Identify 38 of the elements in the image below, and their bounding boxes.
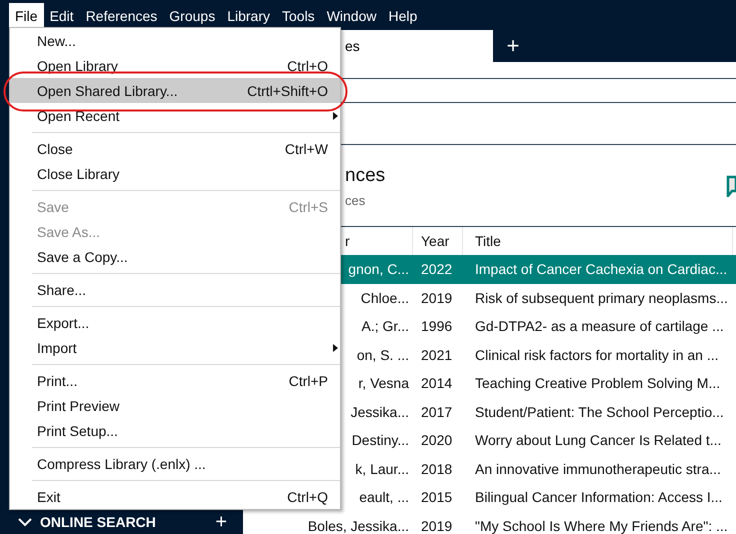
year-cell-text: 2021: [420, 346, 454, 363]
title-cell-text: Student/Patient: The School Perceptio...: [474, 404, 725, 420]
year-cell-text: 2019: [420, 518, 454, 534]
author-cell: Boles, Jessika...: [308, 518, 409, 534]
author-cell: k, Laur...: [355, 460, 409, 477]
library-title: nces: [345, 165, 386, 187]
title-cell-text: Gd-DTPA2- as a measure of cartilage ...: [474, 318, 725, 334]
shortcut-label: Ctrl+S: [288, 198, 328, 214]
title-cell-text: Teaching Creative Problem Solving M...: [474, 375, 722, 392]
year-cell-text: 2019: [420, 290, 454, 306]
reference-count: ces: [345, 193, 366, 208]
year-cell-text: 2022: [420, 261, 454, 278]
author-cell: Destiny...: [352, 432, 409, 448]
year-cell-text: 2018: [420, 460, 454, 477]
author-cell: Chloe...: [360, 290, 409, 306]
title-cell-text: Bilingual Cancer Information: Access I...: [474, 489, 724, 506]
author-cell: A.; Gr...: [362, 318, 409, 334]
year-cell-text: 1996: [420, 318, 454, 334]
shortcut-label: Ctrl+Q: [287, 488, 328, 504]
title-cell-text: Risk of subsequent primary neoplasms...: [474, 290, 729, 306]
shortcut-label: Ctrl+W: [284, 140, 328, 156]
title-cell-text: Worry about Lung Cancer Is Related t...: [474, 432, 722, 448]
author-cell: on, S. ...: [356, 346, 409, 363]
author-cell: r, Vesna: [358, 375, 409, 392]
author-cell: eault, ...: [359, 489, 409, 506]
title-cell-text: Impact of Cancer Cachexia on Cardiac...: [474, 261, 728, 278]
title-cell-text: An innovative immunotherapeutic stra...: [474, 460, 722, 477]
year-cell-text: 2020: [420, 432, 454, 448]
shortcut-label: Ctrtl+Shift+O: [247, 82, 328, 98]
year-cell-text: 2014: [420, 375, 454, 392]
author-cell: Jessika...: [350, 404, 409, 420]
sidebar-section-title: ONLINE SEARCH: [40, 514, 157, 530]
title-cell-text: Clinical risk factors for mortality in an ...: [474, 346, 720, 363]
shortcut-label: Ctrl+P: [288, 372, 328, 388]
year-cell-text: 2017: [420, 404, 454, 420]
title-cell-text: "My School Is Where My Friends Are": ...: [474, 518, 729, 534]
author-cell: gnon, C...: [348, 261, 409, 278]
year-cell-text: 2015: [420, 489, 454, 506]
